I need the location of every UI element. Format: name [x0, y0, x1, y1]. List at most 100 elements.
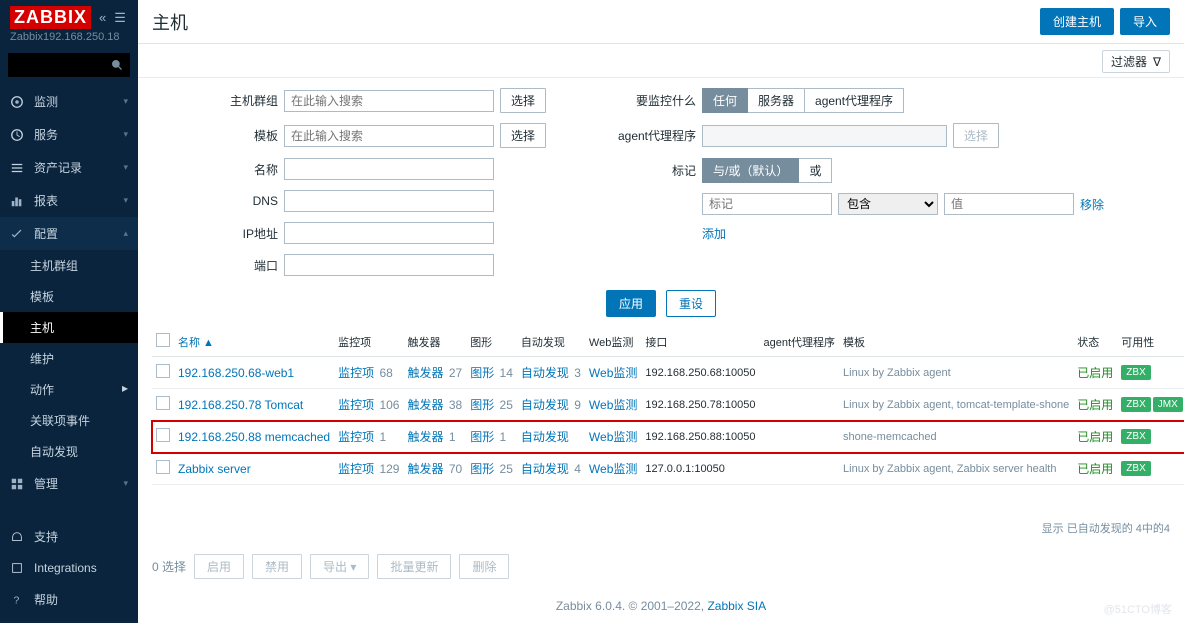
items-link[interactable]: 监控项 [338, 462, 374, 476]
row-checkbox[interactable] [156, 396, 170, 410]
nav-reports[interactable]: 报表▾ [0, 184, 138, 217]
edit-icon[interactable]: ☰ [114, 10, 126, 26]
label-proxy: agent代理程序 [606, 127, 696, 144]
interface-cell: 192.168.250.78:10050 [641, 389, 759, 421]
nav-inventory[interactable]: 资产记录▾ [0, 151, 138, 184]
sub-actions[interactable]: 动作▸ [0, 374, 138, 405]
web-link[interactable]: Web监测 [589, 462, 637, 476]
tag-name-input[interactable] [702, 193, 832, 215]
host-name-link[interactable]: Zabbix server [178, 462, 251, 476]
tags-or[interactable]: 或 [799, 158, 832, 183]
availability-cell: ZBXJMX [1117, 389, 1184, 421]
sub-hosts[interactable]: 主机 [0, 312, 138, 343]
nav-integrations[interactable]: Integrations [0, 553, 138, 583]
nav-user-settings[interactable]: User settings▾ [0, 616, 138, 623]
port-input[interactable] [284, 254, 494, 276]
tag-remove-link[interactable]: 移除 [1080, 196, 1104, 213]
discovery-link[interactable]: 自动发现 [521, 430, 569, 444]
sub-templates[interactable]: 模板 [0, 281, 138, 312]
bulk-disable: 禁用 [252, 554, 302, 579]
interface-cell: 192.168.250.88:10050 [641, 421, 759, 453]
triggers-link[interactable]: 触发器 [407, 430, 443, 444]
row-checkbox[interactable] [156, 428, 170, 442]
label-tags: 标记 [606, 162, 696, 179]
triggers-link[interactable]: 触发器 [407, 366, 443, 380]
logo[interactable]: ZABBIX [10, 6, 91, 29]
templates-cell: Linux by Zabbix agent [839, 357, 1073, 389]
name-input[interactable] [284, 158, 494, 180]
graphs-link[interactable]: 图形 [470, 398, 494, 412]
row-checkbox[interactable] [156, 460, 170, 474]
tag-op-select[interactable]: 包含 [838, 193, 938, 215]
availability-badge: ZBX [1121, 461, 1150, 476]
nav-administration[interactable]: 管理▾ [0, 467, 138, 500]
footer-link[interactable]: Zabbix SIA [707, 599, 766, 613]
filter-toggle[interactable]: 过滤器 ∇ [1102, 50, 1170, 73]
global-search[interactable] [8, 53, 130, 77]
triggers-link[interactable]: 触发器 [407, 398, 443, 412]
ip-input[interactable] [284, 222, 494, 244]
host-name-link[interactable]: 192.168.250.78 Tomcat [178, 398, 303, 412]
hostgroup-select-button[interactable]: 选择 [500, 88, 546, 113]
apply-button[interactable]: 应用 [606, 290, 656, 317]
discovery-link[interactable]: 自动发现 [521, 462, 569, 476]
col-status: 状态 [1073, 327, 1117, 357]
dns-input[interactable] [284, 190, 494, 212]
template-input[interactable] [284, 125, 494, 147]
web-link[interactable]: Web监测 [589, 366, 637, 380]
col-items: 监控项 [334, 327, 403, 357]
nav-support[interactable]: 支持 [0, 520, 138, 553]
footer: Zabbix 6.0.4. © 2001–2022, Zabbix SIA [138, 589, 1184, 623]
status-link[interactable]: 已启用 [1077, 398, 1113, 412]
label-name: 名称 [218, 161, 278, 178]
availability-cell: ZBX [1117, 421, 1184, 453]
graphs-link[interactable]: 图形 [470, 366, 494, 380]
status-link[interactable]: 已启用 [1077, 462, 1113, 476]
label-hostgroup: 主机群组 [218, 92, 278, 109]
sub-hostgroups[interactable]: 主机群组 [0, 250, 138, 281]
reset-button[interactable]: 重设 [666, 290, 716, 317]
monitored-any[interactable]: 任何 [702, 88, 748, 113]
sidebar: ZABBIX « ☰ Zabbix192.168.250.18 监测▾ 服务▾ … [0, 0, 138, 623]
availability-badge: JMX [1153, 397, 1183, 412]
row-checkbox[interactable] [156, 364, 170, 378]
col-name[interactable]: 名称 ▲ [174, 327, 334, 357]
tag-value-input[interactable] [944, 193, 1074, 215]
hostgroup-input[interactable] [284, 90, 494, 112]
monitored-proxy[interactable]: agent代理程序 [805, 88, 904, 113]
web-link[interactable]: Web监测 [589, 398, 637, 412]
nav-help[interactable]: ?帮助 [0, 583, 138, 616]
graphs-link[interactable]: 图形 [470, 430, 494, 444]
graphs-link[interactable]: 图形 [470, 462, 494, 476]
discovery-link[interactable]: 自动发现 [521, 398, 569, 412]
items-link[interactable]: 监控项 [338, 366, 374, 380]
label-monitored: 要监控什么 [606, 92, 696, 109]
host-name-link[interactable]: 192.168.250.68-web1 [178, 366, 294, 380]
server-info: Zabbix192.168.250.18 [0, 31, 138, 49]
monitored-server[interactable]: 服务器 [748, 88, 805, 113]
collapse-icon[interactable]: « [99, 10, 106, 25]
tags-andor[interactable]: 与/或（默认） [702, 158, 799, 183]
discovery-link[interactable]: 自动发现 [521, 366, 569, 380]
status-link[interactable]: 已启用 [1077, 366, 1113, 380]
template-select-button[interactable]: 选择 [500, 123, 546, 148]
web-link[interactable]: Web监测 [589, 430, 637, 444]
host-name-link[interactable]: 192.168.250.88 memcached [178, 430, 330, 444]
filter-panel: 主机群组选择 模板选择 名称 DNS IP地址 端口 要监控什么 任何 服务器 … [138, 78, 1184, 290]
items-link[interactable]: 监控项 [338, 430, 374, 444]
select-all-checkbox[interactable] [156, 333, 170, 347]
triggers-link[interactable]: 触发器 [407, 462, 443, 476]
availability-cell: ZBX [1117, 453, 1184, 485]
status-link[interactable]: 已启用 [1077, 430, 1113, 444]
sub-maintenance[interactable]: 维护 [0, 343, 138, 374]
sub-correlation[interactable]: 关联项事件 [0, 405, 138, 436]
sub-discovery[interactable]: 自动发现 [0, 436, 138, 467]
tag-add-link[interactable]: 添加 [702, 227, 726, 241]
nav-monitoring[interactable]: 监测▾ [0, 85, 138, 118]
nav-services[interactable]: 服务▾ [0, 118, 138, 151]
page-title: 主机 [152, 9, 188, 35]
create-host-button[interactable]: 创建主机 [1040, 8, 1114, 35]
nav-configuration[interactable]: 配置▴ [0, 217, 138, 250]
import-button[interactable]: 导入 [1120, 8, 1170, 35]
items-link[interactable]: 监控项 [338, 398, 374, 412]
